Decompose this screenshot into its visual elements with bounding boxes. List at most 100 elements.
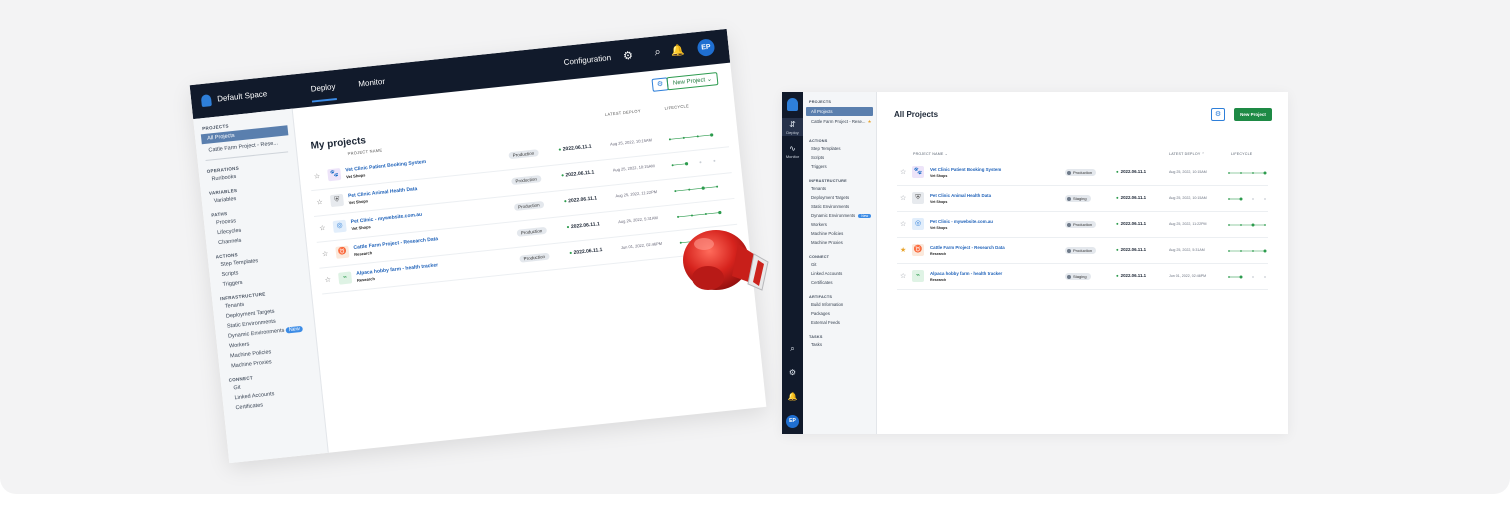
rail-monitor-label: Monitor — [785, 154, 800, 159]
project-group: Vet Shops — [348, 198, 369, 206]
star-icon[interactable]: ☆ — [322, 250, 329, 259]
rail-deploy[interactable]: ⇵ Deploy — [782, 118, 803, 136]
version-text: 2022.06.11.1 — [1120, 221, 1147, 226]
star-icon[interactable]: ☆ — [316, 198, 323, 207]
table-row[interactable]: ☆ ◎ Pet Clinic - mywebsite.com.au Vet Sh… — [897, 212, 1268, 238]
globe-icon: ◎ — [332, 219, 347, 233]
gear-icon[interactable]: ⚙ — [622, 49, 634, 63]
column-latest-deploy[interactable]: LATEST DEPLOY — [605, 108, 641, 117]
deploy-date: Aug 25, 2022, 11:22PM — [1169, 222, 1207, 226]
table-row[interactable]: ☆ ⌁ Alpaca hobby farm - health tracker R… — [897, 264, 1268, 290]
project-name[interactable]: Pet Clinic - mywebsite.com.au — [930, 219, 993, 224]
column-lifecycle: LIFECYCLE — [664, 103, 690, 111]
search-icon[interactable]: ⌕ — [654, 46, 661, 60]
environment-badge: Production — [511, 175, 542, 186]
new-project-button[interactable]: New Project ⌄ — [666, 72, 719, 91]
configuration-link[interactable]: Configuration — [563, 53, 611, 67]
sidebar-item-deployment-targets[interactable]: Deployment Targets — [811, 195, 876, 200]
sidebar-item-certificates[interactable]: Certificates — [811, 280, 876, 285]
sidebar-item-machine-proxies[interactable]: Machine Proxies — [811, 240, 876, 245]
project-name[interactable]: Cattle Farm Project - Research Data — [930, 245, 1005, 250]
star-icon[interactable]: ☆ — [900, 272, 906, 281]
star-icon[interactable]: ★ — [900, 246, 906, 255]
tab-deploy[interactable]: Deploy — [310, 82, 337, 103]
tab-monitor[interactable]: Monitor — [358, 77, 385, 89]
version-text: 2022.06.11.1 — [1120, 169, 1147, 174]
sidebar-item-linked-accounts[interactable]: Linked Accounts — [811, 271, 876, 276]
project-name[interactable]: Pet Clinic - mywebsite.com.au — [350, 212, 422, 225]
sidebar-item-external-feeds[interactable]: External Feeds — [811, 320, 876, 325]
column-project-name[interactable]: PROJECT NAME — [347, 147, 382, 156]
star-icon[interactable]: ☆ — [900, 194, 906, 203]
new-project-button[interactable]: New Project — [1234, 108, 1272, 121]
globe-icon: ◎ — [912, 218, 924, 230]
sidebar-item-step-templates[interactable]: Step Templates — [811, 146, 876, 151]
sidebar-item-tasks[interactable]: Tasks — [811, 342, 876, 347]
sidebar-item-triggers[interactable]: Triggers — [811, 164, 876, 169]
project-name[interactable]: Pet Clinic Animal Health Data — [348, 186, 418, 199]
space-name[interactable]: Default Space — [217, 89, 268, 103]
sidebar-item-git[interactable]: Git — [811, 262, 876, 267]
sidebar-heading-actions: ACTIONS — [809, 139, 828, 143]
environment-badge: Production — [1065, 169, 1097, 176]
environment-badge: Production — [516, 226, 547, 237]
rail-monitor[interactable]: ∿ Monitor — [782, 142, 803, 160]
table-row[interactable]: ☆ 🐾 Vet Clinic Patient Booking System Ve… — [897, 160, 1268, 186]
bell-icon[interactable]: 🔔 — [670, 43, 685, 57]
project-name[interactable]: Vet Clinic Patient Booking System — [345, 159, 426, 173]
sidebar-item-dynamic-environments[interactable]: Dynamic Environments New — [811, 213, 876, 218]
project-name[interactable]: Pet Clinic Animal Health Data — [930, 193, 991, 198]
column-project-name[interactable]: PROJECT NAME ⌄ — [913, 152, 948, 156]
avatar[interactable]: EP — [786, 415, 799, 428]
new-ui-screenshot: ⇵ Deploy ∿ Monitor ⌕ ⚙ 🔔 EP PROJECTS All P… — [782, 92, 1288, 434]
sidebar-item-label: Cattle Farm Project - Rese... — [811, 119, 866, 124]
sidebar-heading-connect: CONNECT — [809, 255, 830, 259]
project-name[interactable]: Alpaca hobby farm - health tracker — [356, 262, 438, 277]
sidebar-heading-projects: PROJECTS — [809, 100, 832, 104]
version-text: 2022.06.11.1 — [565, 169, 595, 179]
column-latest-deploy[interactable]: LATEST DEPLOY ⌃ — [1169, 152, 1205, 156]
octopus-logo-icon — [200, 94, 212, 108]
sidebar-item-build-information[interactable]: Build Information — [811, 302, 876, 307]
star-icon[interactable]: ☆ — [324, 276, 331, 285]
sidebar-item-scripts[interactable]: Scripts — [811, 155, 876, 160]
new-project-label: New Project — [672, 77, 706, 87]
divider — [205, 151, 289, 162]
star-icon[interactable]: ☆ — [900, 220, 906, 229]
version-text: 2022.06.11.1 — [1120, 195, 1147, 200]
gear-icon[interactable]: ⚙ — [782, 368, 803, 378]
environment-label: Production — [1073, 222, 1093, 227]
settings-gear-icon[interactable]: ⚙ — [1211, 108, 1225, 121]
sidebar-item-machine-policies[interactable]: Machine Policies — [811, 231, 876, 236]
sidebar-item-workers[interactable]: Workers — [811, 222, 876, 227]
project-group: Research — [356, 275, 376, 283]
sidebar-item-cattle-farm[interactable]: Cattle Farm Project - Rese... ★ — [811, 119, 876, 125]
sidebar-item-static-environments[interactable]: Static Environments — [811, 204, 876, 209]
project-group: Research — [930, 278, 947, 282]
table-row[interactable]: ★ ♉ Cattle Farm Project - Research Data … — [897, 238, 1268, 264]
table-row[interactable]: ☆ ⛨ Pet Clinic Animal Health Data Vet Sh… — [897, 186, 1268, 212]
search-icon[interactable]: ⌕ — [782, 344, 803, 354]
release-version: ● 2022.06.11.1 — [1116, 221, 1146, 226]
main-content: All Projects ⚙ New Project PROJECT NAME … — [877, 92, 1288, 434]
lifecycle-progress — [671, 159, 716, 167]
lifecycle-progress — [668, 133, 714, 141]
version-text: 2022.06.11.1 — [567, 195, 598, 205]
new-badge: New — [285, 325, 304, 334]
deploy-date: Jun 01, 2022, 02:46PM — [1169, 274, 1207, 278]
star-icon[interactable]: ☆ — [313, 172, 321, 181]
rail-deploy-label: Deploy — [786, 130, 799, 135]
star-icon[interactable]: ☆ — [319, 224, 326, 233]
project-name[interactable]: Alpaca hobby farm - health tracker — [930, 271, 1002, 276]
release-version: ● 2022.06.11.1 — [569, 247, 603, 256]
project-name[interactable]: Vet Clinic Patient Booking System — [930, 167, 1001, 172]
bell-icon[interactable]: 🔔 — [782, 392, 803, 402]
version-text: 2022.06.11.1 — [562, 143, 592, 153]
star-icon[interactable]: ☆ — [900, 168, 906, 177]
octopus-logo-icon[interactable] — [787, 98, 798, 111]
sidebar-item-packages[interactable]: Packages — [811, 311, 876, 316]
sidebar-item-all-projects[interactable]: All Projects — [806, 107, 873, 116]
sidebar-item-tenants[interactable]: Tenants — [811, 186, 876, 191]
avatar[interactable]: EP — [696, 38, 716, 57]
project-name[interactable]: Cattle Farm Project - Research Data — [353, 236, 438, 251]
